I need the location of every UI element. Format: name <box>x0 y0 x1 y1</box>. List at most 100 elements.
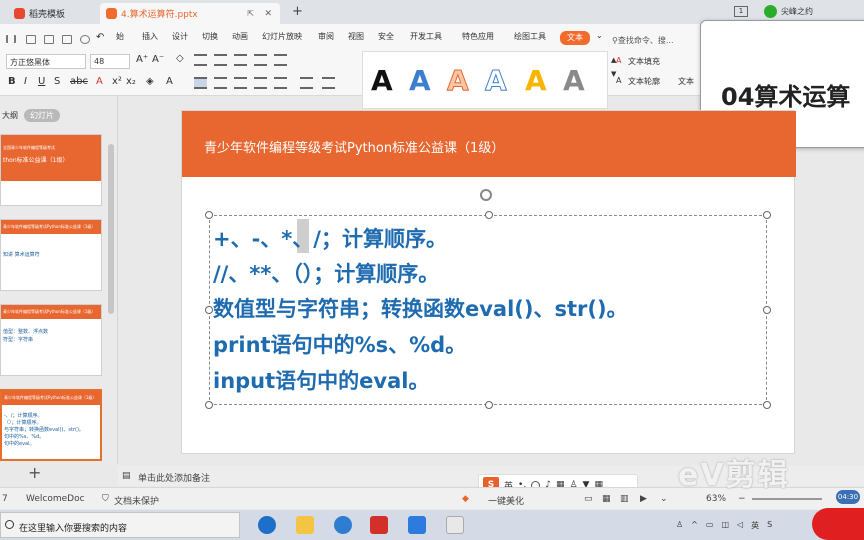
indent-icon[interactable] <box>254 54 267 66</box>
menu-developer[interactable]: 开发工具 <box>410 31 442 42</box>
text-fill-button[interactable]: 文本填充 <box>628 56 660 67</box>
notification-bubble[interactable] <box>812 508 864 540</box>
bullet-list-icon[interactable] <box>194 54 207 66</box>
slide-thumbnail-3[interactable]: 青少年软件编程等级考试Python标准公益课（1级） 值型：整数、浮点数 符型：… <box>0 304 102 376</box>
eraser-icon[interactable]: ◈ <box>146 76 154 87</box>
taskbar-search[interactable]: 在这里输入你要搜索的内容 <box>0 512 240 538</box>
slides-tab[interactable]: 幻灯片 <box>24 109 60 122</box>
menu-special[interactable]: 特色应用 <box>462 31 494 42</box>
resize-handle-r[interactable] <box>763 306 771 314</box>
font-color-icon[interactable]: A <box>96 76 103 87</box>
content-line-4[interactable]: print语句中的%s、%d。 <box>213 329 466 359</box>
theme-name[interactable]: WelcomeDoc <box>26 494 85 504</box>
text-outline-button[interactable]: 文本轮廓 <box>628 76 660 87</box>
chevron-down-icon[interactable]: ⌄ <box>596 31 603 40</box>
tab-daoke-templates[interactable]: 稻壳模板 <box>8 3 96 24</box>
superscript-icon[interactable]: x² <box>112 76 122 87</box>
print-icon[interactable] <box>62 35 72 44</box>
thumbnail-scrollbar[interactable] <box>108 144 114 314</box>
doc-protection[interactable]: 文档未保护 <box>114 494 159 507</box>
resize-handle-t[interactable] <box>485 211 493 219</box>
resize-handle-tr[interactable] <box>763 211 771 219</box>
text-style-orange-outline[interactable]: A <box>447 64 470 98</box>
preview-icon[interactable] <box>80 35 90 44</box>
normal-view-icon[interactable]: ▭ <box>584 494 593 504</box>
align-left-icon[interactable] <box>194 77 207 89</box>
menu-design[interactable]: 设计 <box>172 31 188 42</box>
menu-transition[interactable]: 切换 <box>202 31 218 42</box>
content-line-5[interactable]: input语句中的eval。 <box>213 365 429 395</box>
text-direction-icon[interactable] <box>300 77 313 89</box>
new-tab-button[interactable]: + <box>292 4 303 19</box>
slide-thumbnail-2[interactable]: 青少年软件编程等级考试Python标准公益课（1级） 知讲 算术运算符 <box>0 219 102 291</box>
ime-indicator-icon[interactable]: 英 <box>751 520 759 531</box>
people-icon[interactable]: ♙ <box>676 520 683 531</box>
dropdown-icon[interactable]: ⌄ <box>660 494 668 504</box>
text-effect-button[interactable]: 文本 <box>678 76 694 87</box>
bold-icon[interactable]: B <box>8 76 16 87</box>
align-right-icon[interactable] <box>234 77 247 89</box>
text-style-black[interactable]: A <box>371 64 393 97</box>
sorter-view-icon[interactable]: ▦ <box>602 494 611 504</box>
window-count-badge[interactable]: 1 <box>734 6 748 17</box>
align-center-icon[interactable] <box>214 77 227 89</box>
clear-format-icon[interactable]: ◇ <box>176 53 184 64</box>
show-hidden-icon[interactable]: ^ <box>691 520 698 531</box>
zoom-slider[interactable] <box>752 498 822 500</box>
menu-security[interactable]: 安全 <box>378 31 394 42</box>
menu-slideshow[interactable]: 幻灯片放映 <box>262 31 302 42</box>
text-style-blue[interactable]: A <box>409 64 431 97</box>
input-method-icon[interactable]: S <box>767 520 772 531</box>
grow-font-icon[interactable]: A⁺ <box>136 54 148 65</box>
reading-view-icon[interactable]: ▥ <box>620 494 629 504</box>
menu-view[interactable]: 视图 <box>348 31 364 42</box>
justify-icon[interactable] <box>254 77 267 89</box>
content-line-2[interactable]: //、**、（）；计算顺序。 <box>213 258 439 288</box>
menu-insert[interactable]: 插入 <box>142 31 158 42</box>
export-pdf-icon[interactable] <box>44 35 54 44</box>
text-style-gray[interactable]: A <box>563 64 585 97</box>
zoom-out-icon[interactable]: − <box>738 494 746 504</box>
subscript-icon[interactable]: x₂ <box>126 76 136 87</box>
rotate-handle[interactable] <box>480 189 492 201</box>
resize-handle-br[interactable] <box>763 401 771 409</box>
resize-handle-l[interactable] <box>205 306 213 314</box>
edge-icon[interactable] <box>258 516 276 534</box>
shrink-font-icon[interactable]: A⁻ <box>152 54 164 65</box>
text-style-blue-outline[interactable]: A <box>485 64 508 98</box>
search-command[interactable]: ⚲查找命令、搜... <box>612 35 674 46</box>
resize-handle-tl[interactable] <box>205 211 213 219</box>
slide-thumbnail-4[interactable]: 青少年软件编程等级考试Python标准公益课（1级） -、/；计算顺序。 （）；… <box>0 389 102 461</box>
font-size-select[interactable]: 48 <box>90 54 130 69</box>
pin-icon[interactable]: ⇱ <box>247 9 254 18</box>
content-line-1[interactable]: +、-、*、/；计算顺序。 <box>213 223 447 253</box>
pdf-reader-icon[interactable] <box>370 516 388 534</box>
numbered-list-icon[interactable] <box>214 54 227 66</box>
slideshow-icon[interactable]: ▶ <box>640 494 647 504</box>
clock-app-icon[interactable] <box>334 516 352 534</box>
document-app-icon[interactable] <box>446 516 464 534</box>
tab-current-document[interactable]: 4.算术运算符.pptx ⇱ ✕ <box>100 3 280 24</box>
close-tab-icon[interactable]: ✕ <box>264 9 272 19</box>
menu-review[interactable]: 审阅 <box>318 31 334 42</box>
undo-icon[interactable]: ↶ <box>96 32 104 43</box>
underline-icon[interactable]: U <box>38 76 45 87</box>
text-align-vertical-icon[interactable] <box>322 77 335 89</box>
resize-handle-bl[interactable] <box>205 401 213 409</box>
content-line-3[interactable]: 数值型与字符串；转换函数eval()、str()。 <box>213 293 628 323</box>
menu-text-tools[interactable]: 文本 <box>560 31 590 45</box>
slide-title[interactable]: 青少年软件编程等级考试Python标准公益课（1级） <box>204 137 504 156</box>
menu-animation[interactable]: 动画 <box>232 31 248 42</box>
user-account[interactable]: 尖峰之约 <box>764 5 813 18</box>
battery-icon[interactable]: ▭ <box>706 520 714 531</box>
line-spacing-icon[interactable] <box>274 54 287 66</box>
slide-canvas[interactable]: 青少年软件编程等级考试Python标准公益课（1级） +、-、*、/；计算顺序。… <box>181 110 796 454</box>
network-icon[interactable]: ◫ <box>721 520 729 531</box>
text-style-yellow[interactable]: A <box>525 64 547 97</box>
menu-start[interactable]: 始 <box>116 31 124 42</box>
char-spacing-icon[interactable]: A <box>166 76 173 87</box>
outdent-icon[interactable] <box>234 54 247 66</box>
outline-tab[interactable]: 大纲 <box>2 110 18 121</box>
add-slide-button[interactable]: + <box>28 463 41 482</box>
resize-handle-b[interactable] <box>485 401 493 409</box>
